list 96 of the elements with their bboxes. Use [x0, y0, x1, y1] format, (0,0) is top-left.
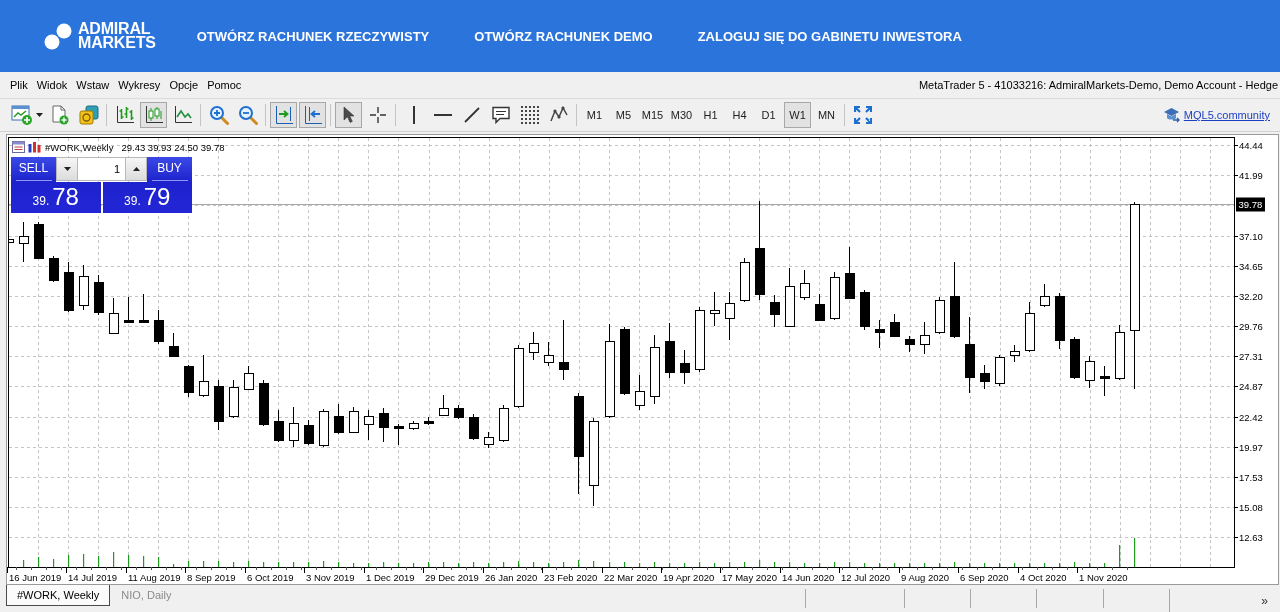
sell-button[interactable]: SELL: [11, 157, 56, 182]
up-triangle-icon: [132, 167, 140, 171]
window-list-icon: [12, 141, 25, 153]
price-label: 44.44: [1239, 140, 1263, 151]
price-label: 17.53: [1239, 472, 1263, 483]
date-label: 16 Jun 2019: [9, 572, 62, 583]
new-chart-icon: [10, 105, 33, 125]
price-label: 27.31: [1239, 351, 1263, 362]
logo-circles-icon: [44, 22, 72, 50]
crosshair-icon: [368, 106, 387, 124]
dotted-grid-icon: [519, 105, 540, 125]
volume-up-button[interactable]: [125, 157, 147, 181]
community-link[interactable]: MQL5.community: [1183, 109, 1270, 121]
cursor-icon: [341, 106, 356, 124]
price-label: 22.42: [1239, 412, 1263, 423]
new-document-icon: [50, 105, 69, 125]
date-label: 17 May 2020: [722, 572, 777, 583]
timeframe-button[interactable]: M5: [610, 102, 637, 128]
auto-scroll-button[interactable]: [299, 102, 326, 128]
candlestick-icon: [143, 105, 164, 125]
zoom-in-icon: [208, 105, 229, 125]
menu-item[interactable]: Pomoc: [207, 79, 242, 91]
date-label: 6 Sep 2020: [960, 572, 1009, 583]
timeframe-button[interactable]: M1: [581, 102, 608, 128]
money-icon: [78, 105, 99, 125]
ohlc-values: 29.43 39.93 24.50 39.78: [121, 141, 225, 153]
zoom-out-icon: [237, 105, 258, 125]
price-label: 15.08: [1239, 502, 1263, 513]
date-label: 1 Dec 2019: [366, 572, 415, 583]
sell-price[interactable]: 39.78: [11, 182, 101, 213]
comment-icon: [490, 106, 511, 124]
date-label: 26 Jan 2020: [485, 572, 538, 583]
price-label: 32.20: [1239, 291, 1263, 302]
price-label: 37.10: [1239, 231, 1263, 242]
price-label: 34.65: [1239, 261, 1263, 272]
caret-icon: [35, 113, 43, 117]
date-label: 6 Oct 2019: [247, 572, 294, 583]
chart-shift-icon: [273, 105, 294, 125]
nav-link[interactable]: OTWÓRZ RACHUNEK DEMO: [474, 28, 653, 44]
buy-button[interactable]: BUY: [147, 157, 192, 182]
nav-link[interactable]: OTWÓRZ RACHUNEK RZECZYWISTY: [196, 28, 430, 44]
volume-field[interactable]: 1: [78, 157, 125, 181]
menu-item[interactable]: Widok: [36, 79, 68, 91]
fullscreen-icon: [853, 106, 872, 124]
vertical-line-icon: [410, 105, 417, 125]
timeframe-button[interactable]: MN: [813, 102, 840, 128]
date-label: 23 Feb 2020: [544, 572, 598, 583]
date-label: 14 Jun 2020: [782, 572, 835, 583]
auto-scroll-icon: [302, 105, 323, 125]
date-label: 11 Aug 2019: [128, 572, 181, 583]
cursor-button[interactable]: [335, 102, 362, 128]
timeframe-button[interactable]: M15: [639, 102, 666, 128]
price-label: 19.97: [1239, 442, 1263, 453]
nav-link[interactable]: ZALOGUJ SIĘ DO GABINETU INWESTORA: [697, 28, 962, 44]
more-tabs-button[interactable]: »: [1261, 593, 1268, 608]
date-label: 4 Oct 2020: [1020, 572, 1067, 583]
price-label: 41.99: [1239, 170, 1263, 181]
date-label: 22 Mar 2020: [604, 572, 658, 583]
symbol-title: #WORK,Weekly: [45, 141, 114, 153]
new-chart-button[interactable]: [9, 102, 44, 128]
date-label: 1 Nov 2020: [1079, 572, 1128, 583]
graduation-cap-icon: [1162, 107, 1180, 123]
menu-item[interactable]: Plik: [10, 79, 28, 91]
date-label: 8 Sep 2019: [187, 572, 236, 583]
bar-chart-icon: [28, 141, 41, 153]
chart-tab[interactable]: #WORK, Weekly: [6, 585, 111, 606]
volume-down-button[interactable]: [56, 157, 78, 181]
price-label: 12.63: [1239, 532, 1263, 543]
menu-item[interactable]: Wstaw: [76, 79, 110, 91]
date-label: 14 Jul 2019: [68, 572, 118, 583]
buy-price[interactable]: 39.79: [102, 182, 192, 213]
timeframe-button[interactable]: H4: [726, 102, 753, 128]
price-label: 29.76: [1239, 321, 1263, 332]
bar-chart-icon: [114, 105, 135, 125]
line-chart-icon: [172, 105, 193, 125]
timeframe-button[interactable]: H1: [697, 102, 724, 128]
logo-text: ADMIRAL: [78, 22, 151, 36]
price-label: 24.87: [1239, 381, 1263, 392]
candlestick-chart-button[interactable]: [140, 102, 167, 128]
logo-text: MARKETS: [78, 36, 156, 50]
bid-price-tag: 39.78: [1236, 197, 1265, 212]
horizontal-line-icon: [432, 112, 453, 118]
window-title: MetaTrader 5 - 41033216: AdmiralMarkets-Demo, Demo Account - Hedge: [918, 79, 1278, 91]
chart-shift-button[interactable]: [270, 102, 297, 128]
timeframe-button[interactable]: D1: [755, 102, 782, 128]
menu-item[interactable]: Wykresy: [118, 79, 161, 91]
date-label: 3 Nov 2019: [306, 572, 355, 583]
timeframe-button[interactable]: W1: [784, 102, 811, 128]
menu-item[interactable]: Opcje: [169, 79, 199, 91]
date-label: 29 Dec 2019: [425, 572, 479, 583]
trend-line-icon: [462, 106, 481, 124]
date-label: 12 Jul 2020: [841, 572, 891, 583]
date-label: 9 Aug 2020: [901, 572, 950, 583]
down-triangle-icon: [63, 167, 71, 171]
timeframe-button[interactable]: M30: [668, 102, 695, 128]
date-label: 19 Apr 2020: [663, 572, 715, 583]
